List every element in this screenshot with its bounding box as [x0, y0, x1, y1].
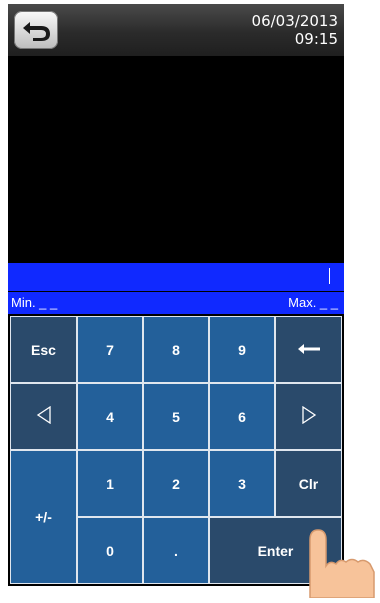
number-input[interactable]: [8, 263, 344, 291]
key-0-label: 0: [106, 542, 114, 559]
key-5[interactable]: 5: [143, 383, 209, 450]
esc-key[interactable]: Esc: [10, 316, 77, 383]
enter-key-label: Enter: [257, 542, 294, 559]
plus-minus-label: +/-: [35, 509, 52, 525]
key-7-label: 7: [106, 341, 114, 358]
key-1[interactable]: 1: [77, 450, 143, 517]
top-bar: 06/03/2013 09:15: [8, 4, 344, 56]
key-5-label: 5: [172, 408, 180, 425]
date-label: 06/03/2013: [251, 12, 338, 30]
key-8-label: 8: [172, 341, 180, 358]
clr-key[interactable]: Clr: [275, 450, 342, 517]
key-9-label: 9: [238, 341, 246, 358]
cursor-right-key[interactable]: [275, 383, 342, 450]
key-6-label: 6: [238, 408, 246, 425]
max-label: Max. _ _: [288, 295, 338, 310]
min-label: Min. _ _: [11, 295, 58, 310]
decimal-key[interactable]: .: [143, 517, 209, 584]
esc-key-label: Esc: [31, 341, 56, 358]
back-button[interactable]: [14, 11, 58, 49]
key-2[interactable]: 2: [143, 450, 209, 517]
left-triangle-icon: [36, 405, 52, 427]
display-area: [8, 56, 344, 263]
cursor-left-key[interactable]: [10, 383, 77, 450]
range-bar: Min. _ _ Max. _ _: [8, 292, 344, 314]
key-7[interactable]: 7: [77, 316, 143, 383]
keypad: Esc 7 8 9 4 5 6 +/- 1 2 3 Clr 0 . Enter: [10, 316, 342, 584]
datetime: 06/03/2013 09:15: [252, 12, 338, 48]
time-label: 09:15: [294, 30, 338, 48]
backspace-key[interactable]: [275, 316, 342, 383]
key-1-label: 1: [106, 475, 114, 492]
backspace-arrow-icon: [297, 342, 320, 358]
key-4-label: 4: [106, 408, 114, 425]
key-4[interactable]: 4: [77, 383, 143, 450]
key-0[interactable]: 0: [77, 517, 143, 584]
text-caret: [329, 268, 330, 284]
right-triangle-icon: [301, 405, 317, 427]
key-6[interactable]: 6: [209, 383, 275, 450]
key-9[interactable]: 9: [209, 316, 275, 383]
key-3[interactable]: 3: [209, 450, 275, 517]
pointing-hand-icon: [300, 528, 380, 603]
device-screen: 06/03/2013 09:15 Min. _ _ Max. _ _ Esc 7…: [8, 4, 344, 586]
plus-minus-key[interactable]: +/-: [10, 450, 77, 584]
decimal-key-label: .: [174, 542, 178, 559]
clr-key-label: Clr: [298, 475, 319, 492]
key-2-label: 2: [172, 475, 180, 492]
key-3-label: 3: [238, 475, 246, 492]
key-8[interactable]: 8: [143, 316, 209, 383]
